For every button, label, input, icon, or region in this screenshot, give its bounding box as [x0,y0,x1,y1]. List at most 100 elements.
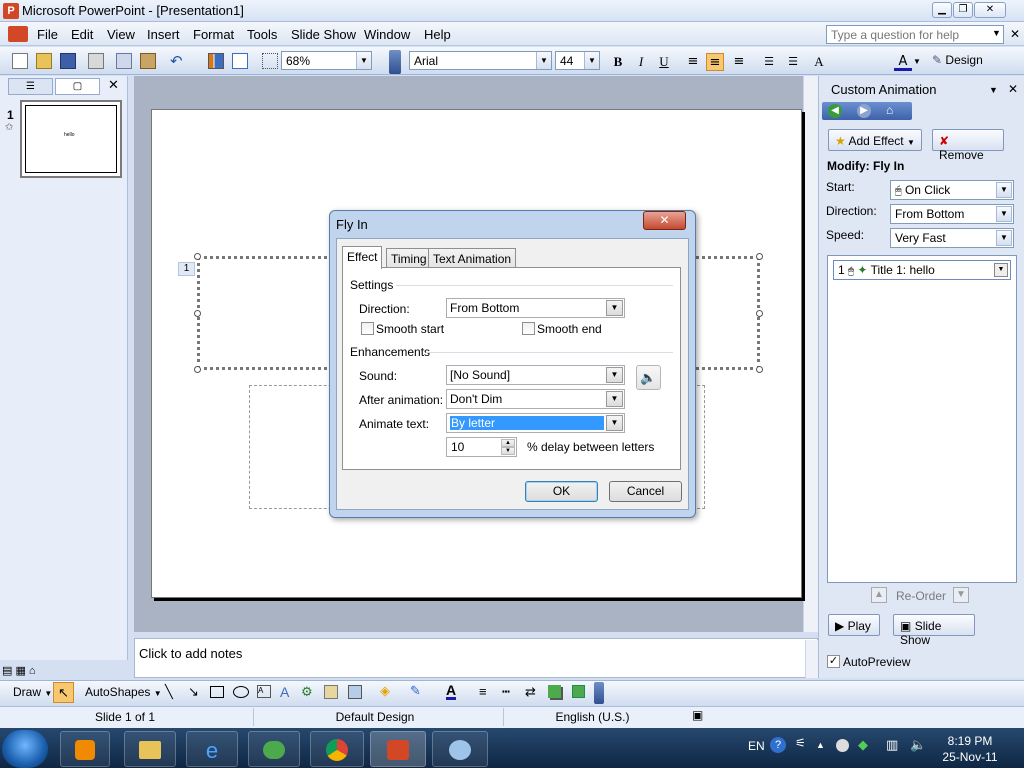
show-hidden-icons[interactable]: ▲ [816,740,825,750]
ok-button[interactable]: OK [525,481,598,502]
notes-scrollbar[interactable] [805,640,818,678]
fill-color-icon[interactable]: ◈ [380,683,390,699]
forward-icon[interactable]: ▶ [857,104,871,118]
rectangle-icon[interactable] [210,686,224,698]
document-icon[interactable] [8,26,28,42]
menu-edit[interactable]: Edit [71,27,93,42]
arrow-icon[interactable]: ↘ [188,684,199,700]
font-color-draw-icon[interactable]: A [446,683,457,700]
font-color-icon[interactable]: A [894,53,912,71]
tab-timing[interactable]: Timing [386,248,432,268]
menu-tools[interactable]: Tools [247,27,277,42]
start-combo[interactable]: 🖱 On Click ▼ [890,180,1014,200]
menu-view[interactable]: View [107,27,135,42]
menu-format[interactable]: Format [193,27,234,42]
move-up-icon[interactable]: ▲ [871,587,887,603]
paste-icon[interactable] [140,53,156,69]
zoom-combo[interactable]: 68% ▼ [281,51,372,70]
paint-app[interactable] [432,731,488,767]
volume-icon[interactable]: 🔈 [910,737,926,753]
drawbar-options-icon[interactable] [594,682,604,704]
resize-handle[interactable] [194,253,201,260]
arrow-style-icon[interactable]: ⇄ [525,684,536,700]
direction-select[interactable]: From Bottom ▼ [446,298,625,318]
italic-button[interactable]: I [632,53,650,71]
play-button[interactable]: ▶ Play [828,614,880,636]
resize-handle[interactable] [756,253,763,260]
internet-explorer-app[interactable]: e [186,731,238,767]
delay-spinner[interactable]: 10 ▲ ▼ [446,437,517,457]
dash-style-icon[interactable]: ┅ [502,684,510,700]
clipart-icon[interactable] [324,685,338,699]
autoshapes-menu[interactable]: AutoShapes ▼ [85,685,162,699]
close-document-icon[interactable]: ✕ [1010,27,1020,41]
autopreview-checkbox[interactable]: ✓ [827,655,840,668]
tray-icon[interactable]: ◆ [858,737,868,753]
after-animation-select[interactable]: Don't Dim ▼ [446,389,625,409]
resize-handle[interactable] [194,366,201,373]
menu-slide-show[interactable]: Slide Show [291,27,356,42]
remove-button[interactable]: ✘ Remove [932,129,1004,162]
bold-button[interactable]: B [609,53,627,71]
add-effect-button[interactable]: ★ Add Effect ▼ [828,129,922,151]
bullets-icon[interactable]: ☰ [784,53,802,71]
line-color-icon[interactable]: ✎ [410,683,421,699]
align-left-icon[interactable]: ≡ [684,53,702,71]
align-right-icon[interactable]: ≡ [730,53,748,71]
close-button[interactable]: ✕ [974,2,1006,18]
font-color-dropdown-icon[interactable]: ▼ [913,57,921,66]
resize-handle[interactable] [756,366,763,373]
toolbar-options-icon[interactable] [389,50,401,74]
design-button[interactable]: ✎ Design [932,53,983,67]
wordart-icon[interactable]: A [280,684,289,700]
chevron-down-icon[interactable]: ▼ [994,263,1008,277]
increase-font-icon[interactable]: A [810,53,828,71]
spin-up-icon[interactable]: ▲ [501,439,515,447]
tray-options-icon[interactable]: ⚟ [795,736,806,750]
help-search-input[interactable]: Type a question for help [826,25,1004,44]
spelling-status-icon[interactable]: ▣ [692,708,703,722]
back-icon[interactable]: ◀ [828,104,842,118]
help-dropdown-icon[interactable]: ▼ [992,28,1001,38]
resize-handle[interactable] [194,310,201,317]
slides-tab[interactable]: ▢ [55,78,100,95]
animate-text-select[interactable]: By letter ▼ [446,413,625,433]
menu-file[interactable]: File [37,27,58,42]
move-down-icon[interactable]: ▼ [953,587,969,603]
font-size-combo[interactable]: 44 ▼ [555,51,600,70]
task-pane-dropdown-icon[interactable]: ▼ [989,85,998,95]
chrome-app[interactable] [310,731,364,767]
smooth-end-checkbox[interactable] [522,322,535,335]
messenger-app[interactable] [248,731,300,767]
tab-text-animation[interactable]: Text Animation [428,248,517,268]
outline-tab[interactable]: ☰ [8,78,53,95]
font-combo[interactable]: Arial ▼ [409,51,552,70]
save-icon[interactable] [60,53,76,69]
print-icon[interactable] [88,53,104,69]
select-pointer-icon[interactable]: ↖ [53,682,74,703]
restore-button[interactable]: ❐ [953,2,973,18]
menu-window[interactable]: Window [364,27,410,42]
dialog-close-button[interactable]: ✕ [643,211,686,230]
home-icon[interactable]: ⌂ [886,103,893,117]
draw-menu[interactable]: Draw ▼ [13,685,52,699]
input-language[interactable]: EN [748,739,765,753]
animation-order-tag[interactable]: 1 [178,262,195,276]
resize-handle[interactable] [756,310,763,317]
speaker-icon[interactable]: 🔈 [636,365,661,390]
animation-list-item[interactable]: 1 🖱 ✦ Title 1: hello ▼ [833,260,1011,280]
menu-help[interactable]: Help [424,27,451,42]
powerpoint-taskbar-app[interactable] [370,731,426,767]
line-style-icon[interactable]: ≡ [479,684,487,699]
undo-icon[interactable]: ↶ [170,52,183,70]
copy-icon[interactable] [116,53,132,69]
insert-table-icon[interactable] [232,53,248,69]
close-pane-icon[interactable]: ✕ [108,77,119,93]
underline-button[interactable]: U [655,53,673,71]
diagram-icon[interactable]: ⚙ [301,684,313,700]
view-buttons[interactable]: ▤ ▦ ⌂ [2,664,36,677]
shadow-style-icon[interactable] [548,685,561,698]
notes-pane[interactable]: Click to add notes [134,638,818,678]
slide-show-button[interactable]: ▣ Slide Show [893,614,975,647]
show-grid-icon[interactable] [262,53,278,69]
